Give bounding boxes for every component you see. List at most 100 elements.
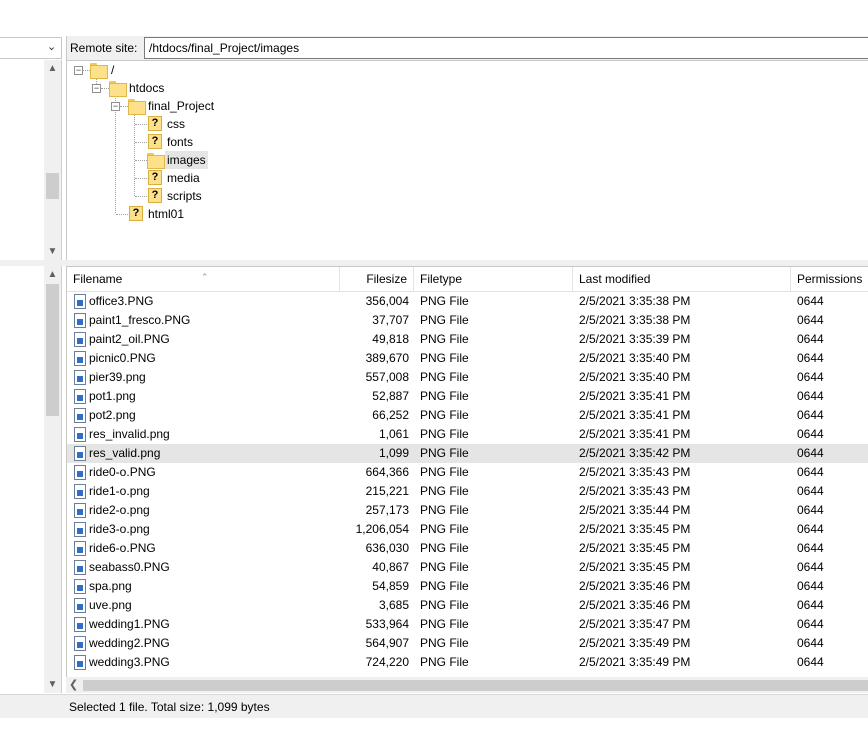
file-modified-cell: 2/5/2021 3:35:45 PM — [579, 560, 691, 574]
file-modified-cell: 2/5/2021 3:35:42 PM — [579, 446, 691, 460]
column-header-permissions[interactable]: Permissions — [791, 267, 868, 292]
scroll-up-icon[interactable]: ▲ — [44, 60, 61, 77]
table-row[interactable]: wedding3.PNG 724,220 PNG File 2/5/2021 3:35… — [67, 653, 868, 672]
file-name-cell: ride0-o.PNG — [89, 465, 156, 479]
file-type-cell: PNG File — [420, 370, 469, 384]
file-permissions-cell: 0644 — [797, 560, 824, 574]
file-modified-cell: 2/5/2021 3:35:45 PM — [579, 522, 691, 536]
tree-node-htdocs[interactable]: − htdocs — [67, 79, 267, 97]
tree-node-images[interactable]: images — [67, 151, 267, 169]
local-tree-scrollbar[interactable]: ▲ ▼ — [44, 60, 61, 260]
file-name-cell: wedding3.PNG — [89, 655, 170, 669]
scroll-thumb[interactable] — [46, 173, 59, 199]
png-file-icon — [74, 294, 86, 309]
scroll-down-icon[interactable]: ▼ — [44, 243, 61, 260]
file-type-cell: PNG File — [420, 332, 469, 346]
local-site-dropdown[interactable]: ⌄ — [0, 37, 62, 59]
collapse-icon[interactable]: − — [74, 66, 83, 75]
table-row[interactable]: wedding1.PNG 533,964 PNG File 2/5/2021 3:35… — [67, 615, 868, 634]
table-row[interactable]: uve.png 3,685 PNG File 2/5/2021 3:35:46 PM 0… — [67, 596, 868, 615]
table-row[interactable]: ride0-o.PNG 664,366 PNG File 2/5/2021 3:35:… — [67, 463, 868, 482]
tree-node-scripts[interactable]: ? scripts — [67, 187, 267, 205]
table-row[interactable]: pot1.png 52,887 PNG File 2/5/2021 3:35:41 P… — [67, 387, 868, 406]
column-header-filename[interactable]: Filename ⌃ — [67, 267, 340, 292]
file-type-cell: PNG File — [420, 522, 469, 536]
table-row[interactable]: ride3-o.png 1,206,054 PNG File 2/5/2021 3:3… — [67, 520, 868, 539]
tree-node-html01[interactable]: ? html01 — [67, 205, 267, 223]
table-row[interactable]: picnic0.PNG 389,670 PNG File 2/5/2021 3:35:… — [67, 349, 868, 368]
collapse-icon[interactable]: − — [92, 84, 101, 93]
status-text: Selected 1 file. Total size: 1,099 bytes — [69, 700, 270, 714]
file-permissions-cell: 0644 — [797, 408, 824, 422]
file-size-cell: 664,366 — [365, 465, 409, 479]
table-row[interactable]: ride2-o.png 257,173 PNG File 2/5/2021 3:35:… — [67, 501, 868, 520]
file-size-cell: 40,867 — [372, 560, 409, 574]
tree-node-label: html01 — [148, 207, 185, 221]
png-file-icon — [74, 389, 86, 404]
table-row[interactable]: seabass0.PNG 40,867 PNG File 2/5/2021 3:35:… — [67, 558, 868, 577]
scroll-thumb[interactable] — [83, 680, 868, 691]
remote-path-input[interactable]: /htdocs/final_Project/images — [144, 37, 868, 59]
file-list-horizontal-scrollbar[interactable]: ❮ — [66, 677, 868, 693]
file-name-cell: wedding1.PNG — [89, 617, 170, 631]
png-file-icon — [74, 408, 86, 423]
question-folder-icon: ? — [148, 134, 162, 149]
file-type-cell: PNG File — [420, 503, 469, 517]
png-file-icon — [74, 503, 86, 518]
file-name-cell: ride2-o.png — [89, 503, 150, 517]
remote-site-bar: Remote site: /htdocs/final_Project/image… — [66, 36, 868, 60]
chevron-down-icon[interactable]: ⌄ — [47, 42, 57, 53]
scroll-down-icon[interactable]: ▼ — [44, 676, 61, 693]
tree-node-root[interactable]: − / — [67, 61, 267, 79]
file-modified-cell: 2/5/2021 3:35:41 PM — [579, 427, 691, 441]
column-label: Filesize — [366, 272, 407, 286]
tree-node-css[interactable]: ? css — [67, 115, 267, 133]
file-permissions-cell: 0644 — [797, 332, 824, 346]
table-row[interactable]: pier39.png 557,008 PNG File 2/5/2021 3:35:4… — [67, 368, 868, 387]
png-file-icon — [74, 598, 86, 613]
file-type-cell: PNG File — [420, 598, 469, 612]
tree-node-media[interactable]: ? media — [67, 169, 267, 187]
question-folder-icon: ? — [148, 170, 162, 185]
png-file-icon — [74, 636, 86, 651]
file-modified-cell: 2/5/2021 3:35:43 PM — [579, 465, 691, 479]
png-file-icon — [74, 579, 86, 594]
png-file-icon — [74, 427, 86, 442]
table-row[interactable]: res_invalid.png 1,061 PNG File 2/5/2021 3:3… — [67, 425, 868, 444]
png-file-icon — [74, 522, 86, 537]
scroll-up-icon[interactable]: ▲ — [44, 266, 61, 283]
png-file-icon — [74, 332, 86, 347]
table-row[interactable]: res_valid.png 1,099 PNG File 2/5/2021 3:35:… — [67, 444, 868, 463]
scroll-left-icon[interactable]: ❮ — [69, 678, 78, 691]
tree-node-final-project[interactable]: − final_Project — [67, 97, 267, 115]
local-list-scrollbar[interactable]: ▲ ▼ — [44, 266, 61, 693]
file-modified-cell: 2/5/2021 3:35:40 PM — [579, 370, 691, 384]
table-row[interactable]: spa.png 54,859 PNG File 2/5/2021 3:35:46 PM… — [67, 577, 868, 596]
local-status-bar — [0, 694, 66, 718]
table-row[interactable]: ride1-o.png 215,221 PNG File 2/5/2021 3:35:… — [67, 482, 868, 501]
tree-node-label: final_Project — [148, 99, 215, 113]
file-size-cell: 389,670 — [365, 351, 409, 365]
column-header-filetype[interactable]: Filetype — [414, 267, 573, 292]
tree-node-fonts[interactable]: ? fonts — [67, 133, 267, 151]
collapse-icon[interactable]: − — [111, 102, 120, 111]
table-row[interactable]: paint1_fresco.PNG 37,707 PNG File 2/5/2021 … — [67, 311, 868, 330]
question-folder-icon: ? — [148, 188, 162, 203]
file-modified-cell: 2/5/2021 3:35:49 PM — [579, 655, 691, 669]
file-name-cell: seabass0.PNG — [89, 560, 170, 574]
file-type-cell: PNG File — [420, 427, 469, 441]
table-row[interactable]: pot2.png 66,252 PNG File 2/5/2021 3:35:41 P… — [67, 406, 868, 425]
top-strip — [0, 0, 868, 33]
file-name-cell: pot1.png — [89, 389, 136, 403]
file-modified-cell: 2/5/2021 3:35:44 PM — [579, 503, 691, 517]
table-row[interactable]: ride6-o.PNG 636,030 PNG File 2/5/2021 3:35:… — [67, 539, 868, 558]
table-row[interactable]: wedding2.PNG 564,907 PNG File 2/5/2021 3:35… — [67, 634, 868, 653]
remote-directory-tree: − / − htdocs − final_Project ? css ? fon… — [66, 60, 868, 260]
scroll-thumb[interactable] — [46, 284, 59, 416]
png-file-icon — [74, 351, 86, 366]
column-header-last-modified[interactable]: Last modified — [573, 267, 791, 292]
table-row[interactable]: office3.PNG 356,004 PNG File 2/5/2021 3:35:… — [67, 292, 868, 311]
table-row[interactable]: paint2_oil.PNG 49,818 PNG File 2/5/2021 3:3… — [67, 330, 868, 349]
file-name-cell: ride3-o.png — [89, 522, 150, 536]
column-header-filesize[interactable]: Filesize — [340, 267, 414, 292]
